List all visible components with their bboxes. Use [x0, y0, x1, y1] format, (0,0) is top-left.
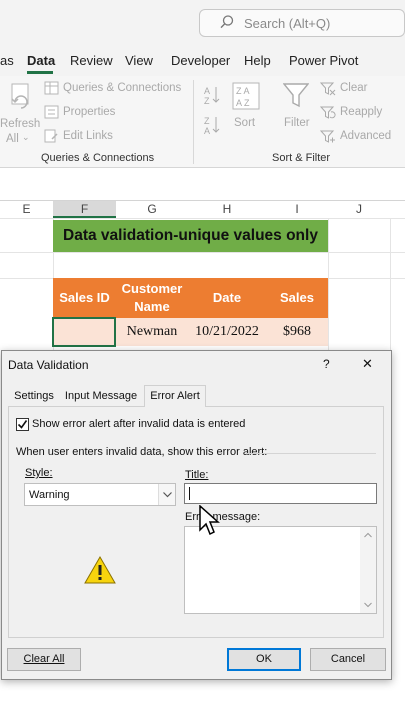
refresh-all-label: All	[6, 133, 19, 145]
divider	[246, 453, 376, 454]
queries-connections-button[interactable]: Queries & Connections	[44, 81, 194, 99]
svg-text:Z: Z	[204, 116, 210, 126]
filter-button[interactable]: Filter	[281, 80, 313, 130]
search-box[interactable]: Search (Alt+Q)	[199, 9, 405, 37]
search-placeholder: Search (Alt+Q)	[244, 16, 331, 31]
refresh-all-button[interactable]: Refresh All ⌄	[0, 80, 41, 145]
ribbon-separator	[193, 80, 194, 164]
gridline	[328, 218, 329, 358]
cell-sales[interactable]: $968	[266, 318, 328, 346]
column-header-e[interactable]: E	[0, 202, 53, 218]
reapply-label: Reapply	[340, 106, 383, 118]
column-header-j[interactable]: J	[328, 202, 390, 218]
advanced-button[interactable]: Advanced	[319, 129, 405, 149]
show-alert-checkbox[interactable]	[16, 418, 29, 431]
tab-settings[interactable]: Settings	[10, 387, 58, 407]
text-cursor	[189, 487, 190, 500]
tab-view[interactable]: View	[125, 53, 153, 68]
sort-label: Sort	[234, 117, 256, 129]
refresh-label: Refresh	[0, 118, 41, 130]
clear-all-button[interactable]: Clear All	[7, 648, 81, 671]
reapply-button[interactable]: Reapply	[319, 105, 405, 125]
active-cell-selection	[52, 317, 116, 347]
style-select[interactable]: Warning	[24, 483, 176, 506]
instruction-text: When user enters invalid data, show this…	[16, 446, 268, 458]
cell-date[interactable]: 10/21/2022	[188, 318, 266, 346]
cell-customer-name[interactable]: Newman	[116, 318, 188, 346]
funnel-icon	[282, 82, 310, 115]
gridline	[0, 218, 405, 219]
clear-filter-icon	[319, 82, 336, 101]
gridline	[390, 218, 391, 358]
header-date: Date	[212, 290, 242, 305]
svg-text:A: A	[204, 126, 210, 136]
sort-button[interactable]: Z A A Z Sort	[230, 80, 262, 130]
group-label-sort-filter: Sort & Filter	[272, 152, 331, 164]
ribbon-tabs: as Data Review View Developer Help Power…	[0, 46, 405, 76]
header-sales: Sales	[280, 290, 314, 305]
column-header-f[interactable]: F	[53, 202, 116, 218]
advanced-filter-icon	[319, 130, 336, 149]
properties-button[interactable]: Properties	[44, 105, 194, 123]
show-alert-label[interactable]: Show error alert after invalid data is e…	[32, 418, 245, 430]
tab-data[interactable]: Data	[27, 53, 55, 68]
queries-connections-label: Queries & Connections	[63, 82, 182, 94]
group-label-queries: Queries & Connections	[41, 152, 155, 164]
banner-title: Data validation-unique values only	[53, 220, 328, 252]
tab-error-alert[interactable]: Error Alert	[144, 385, 206, 407]
edit-links-icon	[44, 129, 59, 148]
cancel-button[interactable]: Cancel	[310, 648, 386, 671]
advanced-label: Advanced	[340, 130, 392, 142]
column-header-h[interactable]: H	[188, 202, 266, 218]
header-sales-id: Sales ID	[59, 290, 110, 305]
tab-formulas[interactable]: as	[0, 53, 14, 68]
close-icon[interactable]: ✕	[362, 356, 373, 372]
clear-button[interactable]: Clear	[319, 81, 405, 101]
active-tab-indicator	[27, 71, 53, 74]
tab-developer[interactable]: Developer	[171, 53, 230, 68]
column-header-i[interactable]: I	[266, 202, 328, 218]
dialog-title: Data Validation	[8, 358, 89, 372]
clear-label: Clear	[340, 82, 368, 94]
chevron-down-icon	[158, 484, 175, 505]
style-value: Warning	[29, 489, 70, 501]
scrollbar[interactable]	[360, 527, 376, 613]
header-customer-name: Customer Name	[121, 281, 183, 314]
chevron-down-icon: ⌄	[22, 132, 30, 142]
svg-text:Z: Z	[204, 96, 210, 106]
svg-text:A Z: A Z	[236, 98, 250, 108]
ribbon: Refresh All ⌄ Queries & Connections Prop…	[0, 76, 405, 168]
properties-icon	[44, 105, 59, 124]
mouse-pointer-icon	[199, 504, 221, 542]
error-message-label: Error message:	[185, 511, 261, 523]
reapply-icon	[319, 106, 336, 125]
sort-z-a-icon[interactable]: ZA	[203, 114, 221, 141]
edit-links-button[interactable]: Edit Links	[44, 129, 194, 147]
edit-links-label: Edit Links	[63, 130, 113, 142]
table-header-row: Sales ID Customer Name Date Sales	[53, 278, 328, 318]
help-button[interactable]: ?	[323, 357, 330, 371]
sort-icon: Z A A Z	[232, 82, 260, 115]
tab-help[interactable]: Help	[244, 53, 271, 68]
search-icon	[220, 15, 234, 32]
warning-icon	[84, 555, 116, 589]
title-label: Title:	[185, 469, 209, 481]
svg-text:A: A	[204, 86, 210, 96]
title-input[interactable]	[184, 483, 377, 504]
refresh-icon	[6, 82, 34, 117]
ok-button[interactable]: OK	[227, 648, 301, 671]
gridline	[0, 252, 405, 253]
tab-review[interactable]: Review	[70, 53, 113, 68]
svg-text:Z A: Z A	[236, 86, 250, 96]
tab-input-message[interactable]: Input Message	[62, 387, 140, 407]
sort-a-z-icon[interactable]: AZ	[203, 84, 221, 111]
tab-power-pivot[interactable]: Power Pivot	[289, 53, 358, 68]
filter-label: Filter	[284, 117, 310, 129]
column-header-g[interactable]: G	[116, 202, 188, 218]
queries-icon	[44, 81, 59, 100]
style-label: Style:	[25, 467, 53, 479]
checkmark-icon	[17, 420, 28, 429]
properties-label: Properties	[63, 106, 116, 118]
